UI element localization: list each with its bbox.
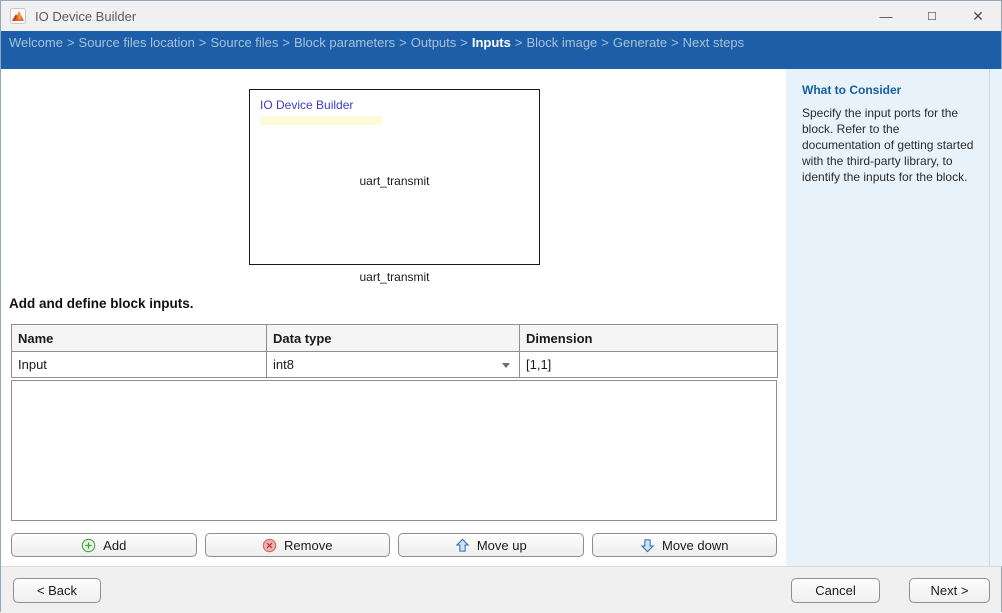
- maximize-icon[interactable]: ☐: [909, 1, 955, 31]
- breadcrumb-separator: >: [63, 35, 79, 50]
- move-up-button-label: Move up: [477, 538, 527, 553]
- breadcrumb-separator: >: [395, 35, 411, 50]
- arrow-up-icon: [455, 538, 470, 553]
- block-preview-caption: uart_transmit: [249, 270, 540, 284]
- footer-bar: < Back Cancel Next >: [1, 566, 1001, 613]
- input-name-cell[interactable]: Input: [12, 352, 267, 378]
- plus-circle-icon: [81, 538, 96, 553]
- add-button-label: Add: [103, 538, 126, 553]
- breadcrumb-step-block-parameters[interactable]: Block parameters: [294, 35, 395, 50]
- breadcrumb-step-outputs[interactable]: Outputs: [411, 35, 457, 50]
- chevron-down-icon[interactable]: [502, 363, 510, 368]
- breadcrumb-step-generate[interactable]: Generate: [613, 35, 667, 50]
- move-down-button[interactable]: Move down: [592, 533, 778, 557]
- remove-button-label: Remove: [284, 538, 332, 553]
- breadcrumb-separator: >: [597, 35, 613, 50]
- column-header-dimension: Dimension: [520, 325, 778, 352]
- breadcrumb-step-source-files-location[interactable]: Source files location: [79, 35, 195, 50]
- next-button[interactable]: Next >: [909, 578, 990, 603]
- arrow-down-icon: [640, 538, 655, 553]
- column-header-data-type: Data type: [267, 325, 520, 352]
- close-icon[interactable]: ✕: [955, 1, 1001, 31]
- what-to-consider-panel: What to Consider Specify the input ports…: [786, 69, 1002, 566]
- breadcrumb-step-block-image[interactable]: Block image: [526, 35, 597, 50]
- cross-circle-icon: [262, 538, 277, 553]
- back-button[interactable]: < Back: [13, 578, 101, 603]
- cancel-button[interactable]: Cancel: [791, 578, 880, 603]
- input-data-type-cell[interactable]: int8: [267, 352, 520, 378]
- inputs-table-empty-area: [11, 380, 777, 521]
- matlab-logo-icon: [10, 8, 26, 24]
- table-button-row: Add Remove Move up Move down: [11, 533, 777, 557]
- titlebar: IO Device Builder — ☐ ✕: [1, 1, 1001, 31]
- breadcrumb-separator: >: [278, 35, 294, 50]
- breadcrumb-separator: >: [456, 35, 472, 50]
- input-data-type-value: int8: [273, 357, 294, 372]
- sidebar-body-text: Specify the input ports for the block. R…: [802, 105, 977, 185]
- breadcrumb-step-inputs-active[interactable]: Inputs: [472, 35, 511, 50]
- sidebar-scrollbar[interactable]: [989, 69, 990, 566]
- breadcrumb-step-welcome[interactable]: Welcome: [9, 35, 63, 50]
- add-button[interactable]: Add: [11, 533, 197, 557]
- inputs-table: Name Data type Dimension Input int8 [1,1…: [11, 324, 778, 378]
- breadcrumb-separator: >: [195, 35, 211, 50]
- breadcrumb: Welcome>Source files location>Source fil…: [1, 31, 1001, 69]
- inputs-instruction: Add and define block inputs.: [9, 296, 194, 311]
- remove-button[interactable]: Remove: [205, 533, 391, 557]
- move-down-button-label: Move down: [662, 538, 728, 553]
- block-preview-title: IO Device Builder: [260, 98, 353, 112]
- move-up-button[interactable]: Move up: [398, 533, 584, 557]
- input-dimension-cell[interactable]: [1,1]: [520, 352, 778, 378]
- breadcrumb-step-next-steps[interactable]: Next steps: [683, 35, 744, 50]
- breadcrumb-step-source-files[interactable]: Source files: [210, 35, 278, 50]
- main-content: IO Device Builder uart_transmit uart_tra…: [1, 69, 786, 566]
- column-header-name: Name: [12, 325, 267, 352]
- window-controls: — ☐ ✕: [863, 1, 1001, 31]
- io-device-builder-window: IO Device Builder — ☐ ✕ Welcome>Source f…: [0, 0, 1002, 612]
- inputs-table-header-row: Name Data type Dimension: [12, 325, 778, 352]
- block-preview-name: uart_transmit: [250, 174, 539, 188]
- breadcrumb-separator: >: [667, 35, 683, 50]
- minimize-icon[interactable]: —: [863, 1, 909, 31]
- breadcrumb-separator: >: [511, 35, 527, 50]
- block-preview: IO Device Builder uart_transmit: [249, 89, 540, 265]
- window-title: IO Device Builder: [35, 9, 863, 24]
- sidebar-heading: What to Consider: [802, 83, 977, 97]
- table-row: Input int8 [1,1]: [12, 352, 778, 378]
- block-preview-watermark: [260, 116, 382, 125]
